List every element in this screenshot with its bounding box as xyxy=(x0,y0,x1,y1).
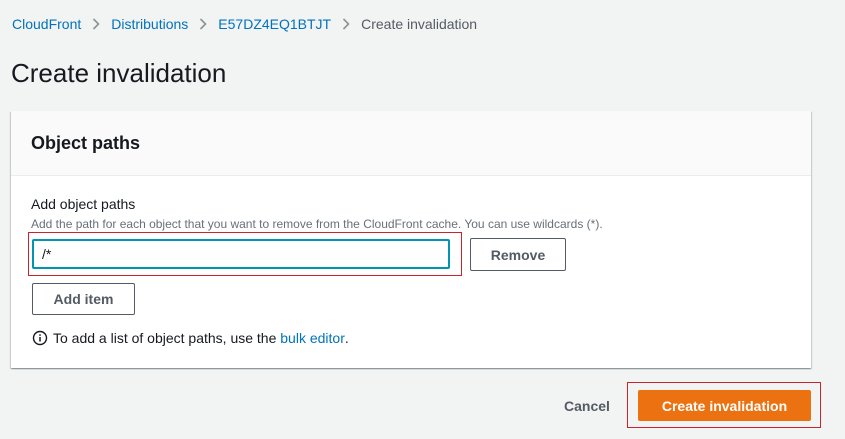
info-icon xyxy=(32,330,48,346)
chevron-right-icon xyxy=(81,18,111,30)
cancel-button[interactable]: Cancel xyxy=(556,392,618,420)
breadcrumb-distribution-id[interactable]: E57DZ4EQ1BTJT xyxy=(218,15,331,33)
remove-button[interactable]: Remove xyxy=(470,238,566,271)
field-description: Add the path for each object that you wa… xyxy=(31,217,603,231)
page: CloudFront Distributions E57DZ4EQ1BTJT C… xyxy=(0,0,845,439)
panel-header: Object paths xyxy=(11,111,811,176)
info-text: To add a list of object paths, use the xyxy=(53,330,277,346)
info-line: To add a list of object paths, use the b… xyxy=(32,329,349,347)
chevron-right-icon xyxy=(188,18,218,30)
breadcrumb-cloudfront[interactable]: CloudFront xyxy=(12,15,81,33)
breadcrumb: CloudFront Distributions E57DZ4EQ1BTJT C… xyxy=(12,15,477,33)
create-invalidation-button[interactable]: Create invalidation xyxy=(638,390,811,421)
panel-title: Object paths xyxy=(31,133,141,153)
breadcrumb-distributions[interactable]: Distributions xyxy=(111,15,188,33)
object-paths-panel: Object paths Add object paths Add the pa… xyxy=(11,111,811,368)
add-item-button[interactable]: Add item xyxy=(32,283,135,315)
bulk-editor-link[interactable]: bulk editor xyxy=(280,329,345,347)
chevron-right-icon xyxy=(331,18,361,30)
field-label: Add object paths xyxy=(31,196,136,212)
page-title: Create invalidation xyxy=(11,58,227,88)
breadcrumb-current: Create invalidation xyxy=(361,16,478,32)
object-path-input[interactable] xyxy=(32,239,450,269)
info-suffix: . xyxy=(344,330,349,346)
